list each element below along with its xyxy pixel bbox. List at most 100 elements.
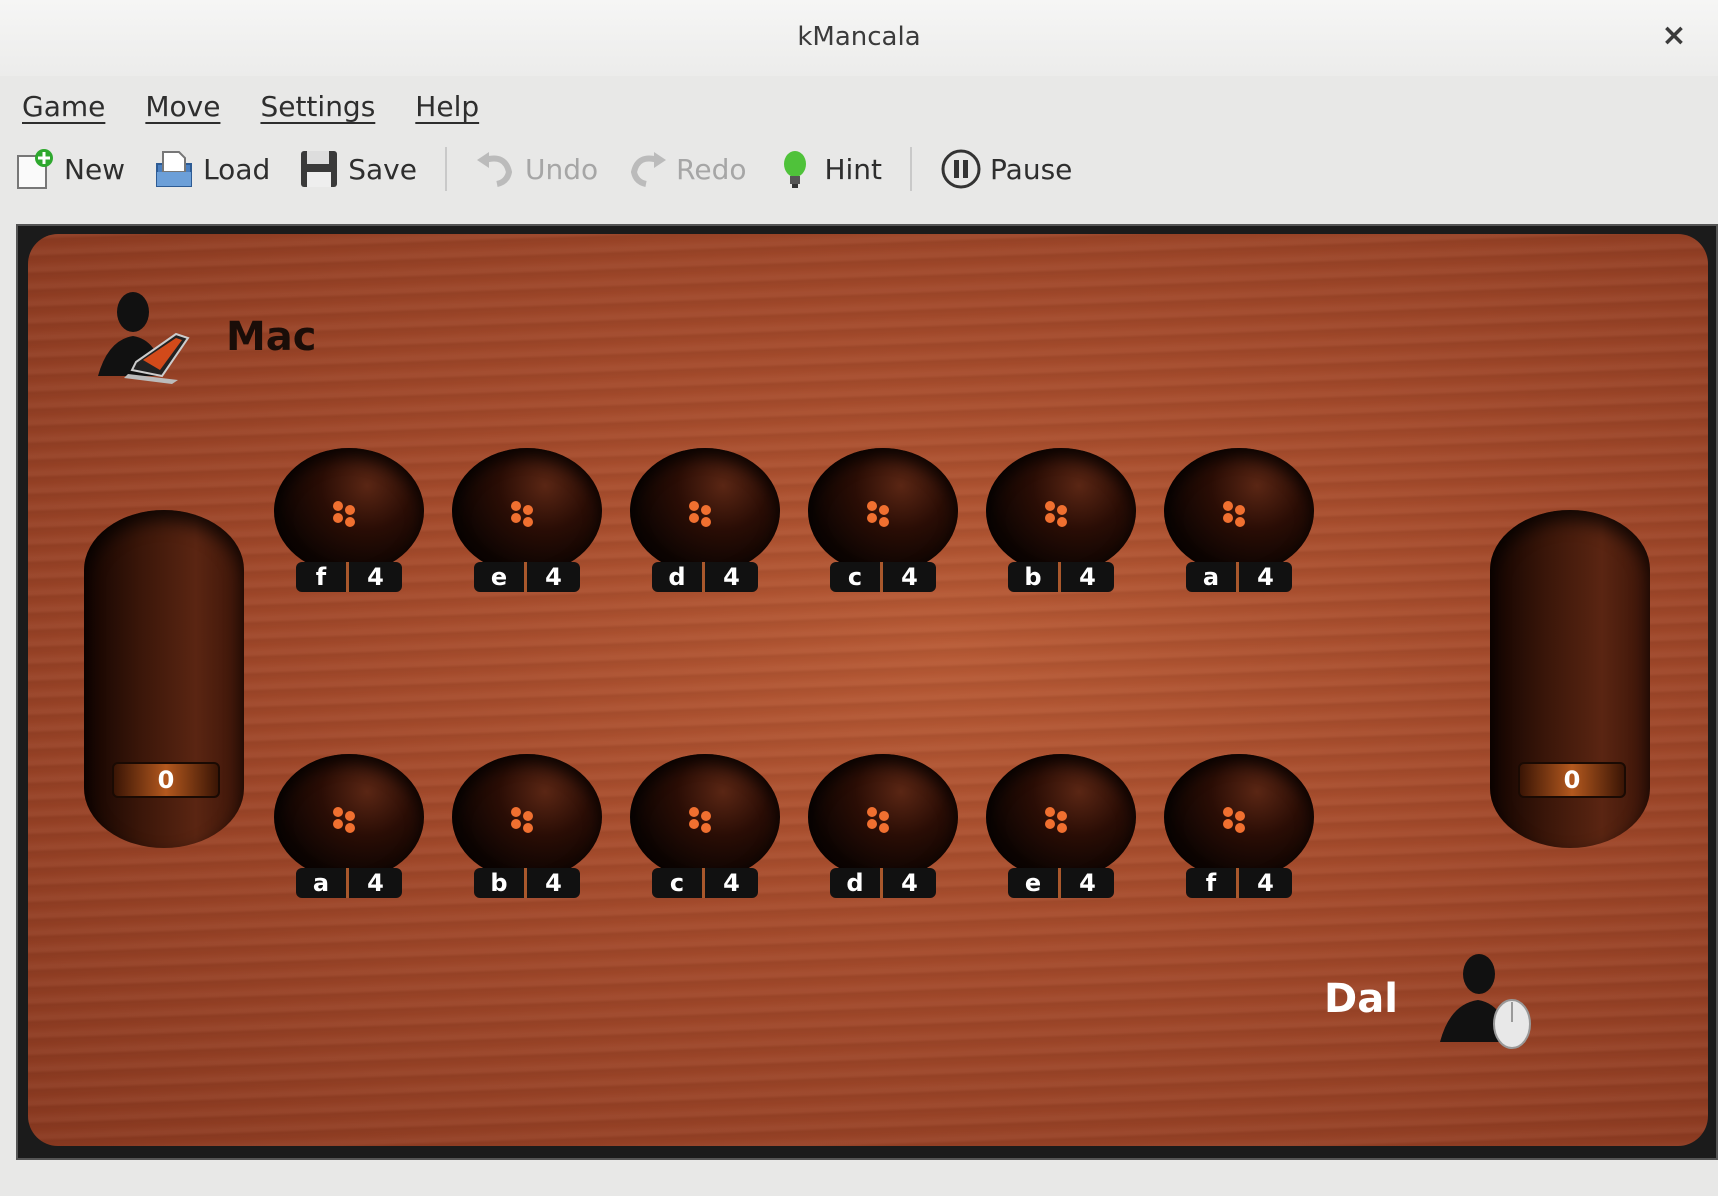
close-icon[interactable]: ×: [1656, 18, 1692, 54]
bottom-pit-c[interactable]: c4: [630, 754, 780, 898]
pit-letter: f: [1186, 868, 1239, 898]
left-store-count: 0: [112, 762, 220, 798]
seeds-icon: [1045, 501, 1067, 527]
pit-count: 4: [545, 869, 562, 897]
top-player-name: Mac: [226, 314, 317, 360]
bottom-pit-a[interactable]: a4: [274, 754, 424, 898]
menu-settings[interactable]: Settings: [238, 90, 393, 123]
pit-letter: f: [296, 562, 349, 592]
load-icon: [156, 151, 193, 187]
hint-label: Hint: [824, 152, 883, 186]
lightbulb-icon: [784, 151, 807, 188]
pit-label: f4: [296, 562, 402, 592]
seeds-icon: [511, 501, 533, 527]
right-store: 0: [1490, 510, 1650, 848]
pit-letter: e: [1008, 868, 1061, 898]
pit-count: 4: [901, 869, 918, 897]
menu-game[interactable]: Game: [0, 90, 123, 123]
window-title: kMancala: [797, 22, 921, 52]
pit-letter: d: [652, 562, 705, 592]
pit-letter: a: [1186, 562, 1239, 592]
hint-button[interactable]: Hint: [760, 148, 896, 190]
right-store-count: 0: [1518, 762, 1626, 798]
top-pit-c[interactable]: c4: [808, 448, 958, 592]
pause-icon: [941, 149, 981, 189]
seeds-icon: [1223, 807, 1245, 833]
undo-button[interactable]: Undo: [461, 148, 612, 190]
seeds-icon: [511, 807, 533, 833]
top-pit-a[interactable]: a4: [1164, 448, 1314, 592]
pit-letter: c: [830, 562, 883, 592]
pit-label: b4: [1008, 562, 1114, 592]
load-label: Load: [203, 152, 271, 186]
seeds-icon: [1045, 807, 1067, 833]
title-bar: kMancala ×: [0, 0, 1718, 76]
seeds-icon: [689, 807, 711, 833]
undo-label: Undo: [524, 152, 599, 186]
top-pit-d[interactable]: d4: [630, 448, 780, 592]
toolbar: New Load Save Undo Redo Hint Pause: [0, 138, 1718, 200]
pit-count: 4: [723, 869, 740, 897]
undo-icon: [476, 152, 513, 187]
toolbar-separator: [444, 147, 447, 191]
pit-label: c4: [830, 562, 936, 592]
menu-help[interactable]: Help: [393, 90, 497, 123]
new-label: New: [64, 152, 126, 186]
save-label: Save: [348, 152, 417, 186]
pit-count: 4: [367, 563, 384, 591]
pit-label: a4: [1186, 562, 1292, 592]
pause-button[interactable]: Pause: [926, 148, 1086, 190]
pit-count: 4: [723, 563, 740, 591]
pit-label: b4: [474, 868, 580, 898]
human-player-icon: [1440, 954, 1531, 1049]
pit-label: d4: [652, 562, 758, 592]
top-pit-f[interactable]: f4: [274, 448, 424, 592]
pit-count: 4: [901, 563, 918, 591]
menu-move[interactable]: Move: [123, 90, 238, 123]
save-button[interactable]: Save: [284, 148, 431, 190]
left-store: 0: [84, 510, 244, 848]
seeds-icon: [867, 807, 889, 833]
pit-count: 4: [1257, 563, 1274, 591]
pit-letter: d: [830, 868, 883, 898]
toolbar-separator: [910, 147, 913, 191]
pit-letter: b: [1008, 562, 1061, 592]
new-document-icon: [17, 149, 53, 189]
pit-count: 4: [367, 869, 384, 897]
load-button[interactable]: Load: [139, 148, 284, 190]
seeds-icon: [867, 501, 889, 527]
top-pit-b[interactable]: b4: [986, 448, 1136, 592]
pit-letter: c: [652, 868, 705, 898]
pit-label: a4: [296, 868, 402, 898]
game-board: Mac Dal 0 0 f4 e4 d4 c 4 b 4 a 4 a 4 b 4…: [28, 234, 1708, 1146]
seeds-icon: [689, 501, 711, 527]
bottom-pit-d[interactable]: d4: [808, 754, 958, 898]
seeds-icon: [1223, 501, 1245, 527]
seeds-icon: [333, 807, 355, 833]
seeds-icon: [333, 501, 355, 527]
bottom-pit-e[interactable]: e4: [986, 754, 1136, 898]
redo-icon: [631, 152, 667, 187]
pause-label: Pause: [990, 152, 1073, 186]
pit-letter: b: [474, 868, 527, 898]
pit-label: c4: [652, 868, 758, 898]
pit-label: d4: [830, 868, 936, 898]
bottom-player-name: Dal: [1324, 976, 1398, 1022]
pit-label: e4: [474, 562, 580, 592]
top-pit-e[interactable]: e4: [452, 448, 602, 592]
redo-button[interactable]: Redo: [612, 148, 760, 190]
pit-count: 4: [1257, 869, 1274, 897]
pit-letter: a: [296, 868, 349, 898]
new-button[interactable]: New: [0, 148, 139, 190]
pit-letter: e: [474, 562, 527, 592]
bottom-pit-b[interactable]: b4: [452, 754, 602, 898]
pit-label: f4: [1186, 868, 1292, 898]
pit-count: 4: [545, 563, 562, 591]
menu-bar: Game Move Settings Help: [0, 80, 1718, 132]
pit-count: 4: [1079, 869, 1096, 897]
board-frame: Mac Dal 0 0 f4 e4 d4 c 4 b 4 a 4 a 4 b 4…: [16, 224, 1718, 1160]
bottom-pit-f[interactable]: f4: [1164, 754, 1314, 898]
status-area: [0, 1160, 1718, 1196]
computer-player-icon: [98, 292, 190, 384]
pit-label: e4: [1008, 868, 1114, 898]
